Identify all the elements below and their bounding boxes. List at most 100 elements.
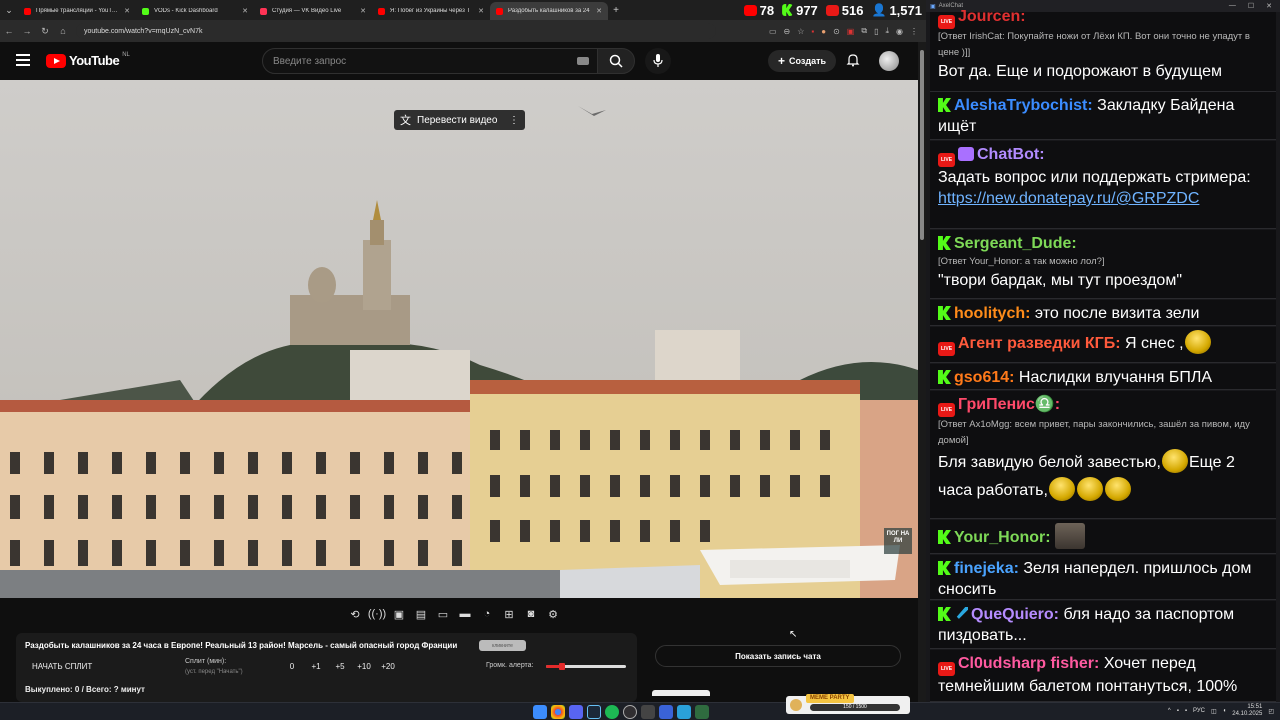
volume-icon[interactable]: ◖ [1223,708,1227,714]
chat-username[interactable]: Агент разведки КГБ: [958,335,1121,352]
keyboard-icon[interactable] [577,57,589,65]
windows-start-icon[interactable] [533,705,547,719]
camera-settings-icon[interactable]: ▣ [390,605,408,623]
bookmark-star-icon[interactable]: ☆ [797,27,804,36]
language-indicator[interactable]: РУС [1193,708,1205,714]
settings-gear-icon[interactable]: ⚙ [544,605,562,623]
chat-username[interactable]: Your_Honor: [954,529,1051,546]
volume-handle[interactable] [559,663,565,670]
clock[interactable]: 15:51 24.10.2025 [1232,704,1262,718]
tab-2[interactable]: Студия — VK Видео Live ✕ [254,2,372,20]
menu-kebab-icon[interactable]: ⋮ [910,27,918,36]
tab-0[interactable]: Прямые трансляции - YouTube ✕ [18,2,136,20]
split-add-20-button[interactable]: +20 [376,662,400,671]
translate-video-button[interactable]: 文 Перевести видео ⋮ [394,110,525,130]
network-icon[interactable]: ◫ [1211,708,1217,715]
install-icon[interactable]: ▭ [769,27,777,36]
tab-1[interactable]: VODs - Kick Dashboard ✕ [136,2,254,20]
chat-username[interactable]: finejeka: [954,560,1019,577]
app-icon[interactable] [641,705,655,719]
chat-username[interactable]: Sergeant_Dude: [954,235,1077,252]
chat-username[interactable]: AleshaTrybochist: [954,97,1093,114]
sidebar-icon[interactable]: ▯ [874,27,878,36]
theater-mode-icon[interactable]: ▬ [456,605,474,623]
speed-gauge-icon[interactable]: ◔ [478,605,496,623]
tray-app-icon[interactable]: ▪ [1185,708,1187,714]
menu-hamburger-icon[interactable] [16,54,30,66]
zoom-icon[interactable]: ⊖ [784,27,791,36]
chat-username[interactable]: Cl0udsharp fisher: [958,655,1099,672]
notifications-bell-icon[interactable] [846,53,860,67]
app-icon[interactable] [659,705,673,719]
split-add-5-button[interactable]: +5 [328,662,352,671]
tray-chevron-icon[interactable]: ^ [1168,708,1171,714]
donate-link[interactable]: https://new.donatepay.ru/@GRPZDC [938,190,1199,207]
scrollbar-thumb[interactable] [920,50,924,240]
tab-3[interactable]: Я: Побег из Украины через Т ✕ [372,2,490,20]
tab-search-icon[interactable]: ⌄ [0,0,18,20]
more-options-icon[interactable]: ⋮ [509,115,519,126]
chat-username[interactable]: QueQuiero: [971,606,1059,623]
youtube-logo[interactable]: YouTube NL [46,52,130,68]
chat-username[interactable]: gso614: [954,369,1014,386]
vk-favicon-icon [260,7,267,15]
obs-icon[interactable] [623,705,637,719]
widget-progress: 150 / 1500 [810,704,900,711]
steam-icon[interactable] [587,705,601,719]
tab-close-icon[interactable]: ✕ [478,7,484,15]
loop-icon[interactable]: ⟲ [346,605,364,623]
film-icon[interactable]: ▤ [412,605,430,623]
tab-close-icon[interactable]: ✕ [596,7,602,15]
search-input[interactable]: Введите запрос [262,48,598,74]
home-icon[interactable]: ⌂ [54,26,72,36]
extension-icon[interactable]: ▪ [811,27,814,36]
start-split-button[interactable]: НАЧАТЬ СПЛИТ [32,662,92,671]
logo-text: YouTube [69,53,120,68]
alert-volume-slider[interactable] [546,663,626,670]
account-avatar[interactable] [879,51,899,71]
profile-icon[interactable]: ◉ [896,27,903,36]
chrome-icon[interactable] [551,705,565,719]
video-player[interactable]: 文 Перевести видео ⋮ ПОГ НА ЛИ [0,80,918,598]
back-icon[interactable]: ← [0,26,18,36]
spotify-icon[interactable] [605,705,619,719]
broadcast-icon[interactable]: ((·)) [368,605,386,623]
extension-icon[interactable]: ▣ [847,27,855,36]
chat-username[interactable]: hoolitych: [954,305,1030,322]
telegram-icon[interactable] [677,705,691,719]
tab-close-icon[interactable]: ✕ [242,7,248,15]
meme-party-widget: MEME PARTY 150 / 1500 [786,694,910,714]
extension-icon[interactable]: ● [821,27,826,36]
url-field[interactable]: youtube.com/watch?v=mqUzN_cvN7k [76,23,716,39]
extensions-puzzle-icon[interactable]: ⧉ [861,26,867,36]
page-scrollbar[interactable] [918,42,926,702]
add-clip-icon[interactable]: ⊞ [500,605,518,623]
tab-4-active[interactable]: Раздобыть калашников за 24 ✕ [490,2,608,20]
notification-icon[interactable]: ◰ [1268,708,1274,715]
kick-badge-icon [938,530,951,544]
search-button[interactable] [597,48,635,74]
create-button[interactable]: + Создать [768,50,836,72]
robot-badge-icon [958,147,974,161]
forward-icon[interactable]: → [18,26,36,36]
file-explorer-icon[interactable] [695,705,709,719]
screenshot-icon[interactable]: ◙ [522,605,540,623]
click-badge[interactable]: кликните [479,640,526,651]
show-chat-replay-button[interactable]: Показать запись чата [655,645,901,667]
chat-username[interactable]: Jourcen: [958,8,1026,25]
extension-icon[interactable]: ⊙ [833,27,840,36]
chat-username[interactable]: ГриПенис♎: [958,396,1060,413]
download-icon[interactable]: ⤓ [885,26,889,36]
discord-icon[interactable] [569,705,583,719]
emote-icon [1076,477,1103,501]
picture-in-picture-icon[interactable]: ▭ [434,605,452,623]
reload-icon[interactable]: ↻ [36,26,54,37]
split-add-1-button[interactable]: +1 [304,662,328,671]
new-tab-icon[interactable]: + [608,5,624,16]
voice-search-button[interactable] [645,48,671,74]
chat-username[interactable]: ChatBot: [977,146,1045,163]
split-add-10-button[interactable]: +10 [352,662,376,671]
tab-close-icon[interactable]: ✕ [360,7,366,15]
tab-close-icon[interactable]: ✕ [124,7,130,15]
tray-app-icon[interactable]: ▪ [1177,708,1179,714]
